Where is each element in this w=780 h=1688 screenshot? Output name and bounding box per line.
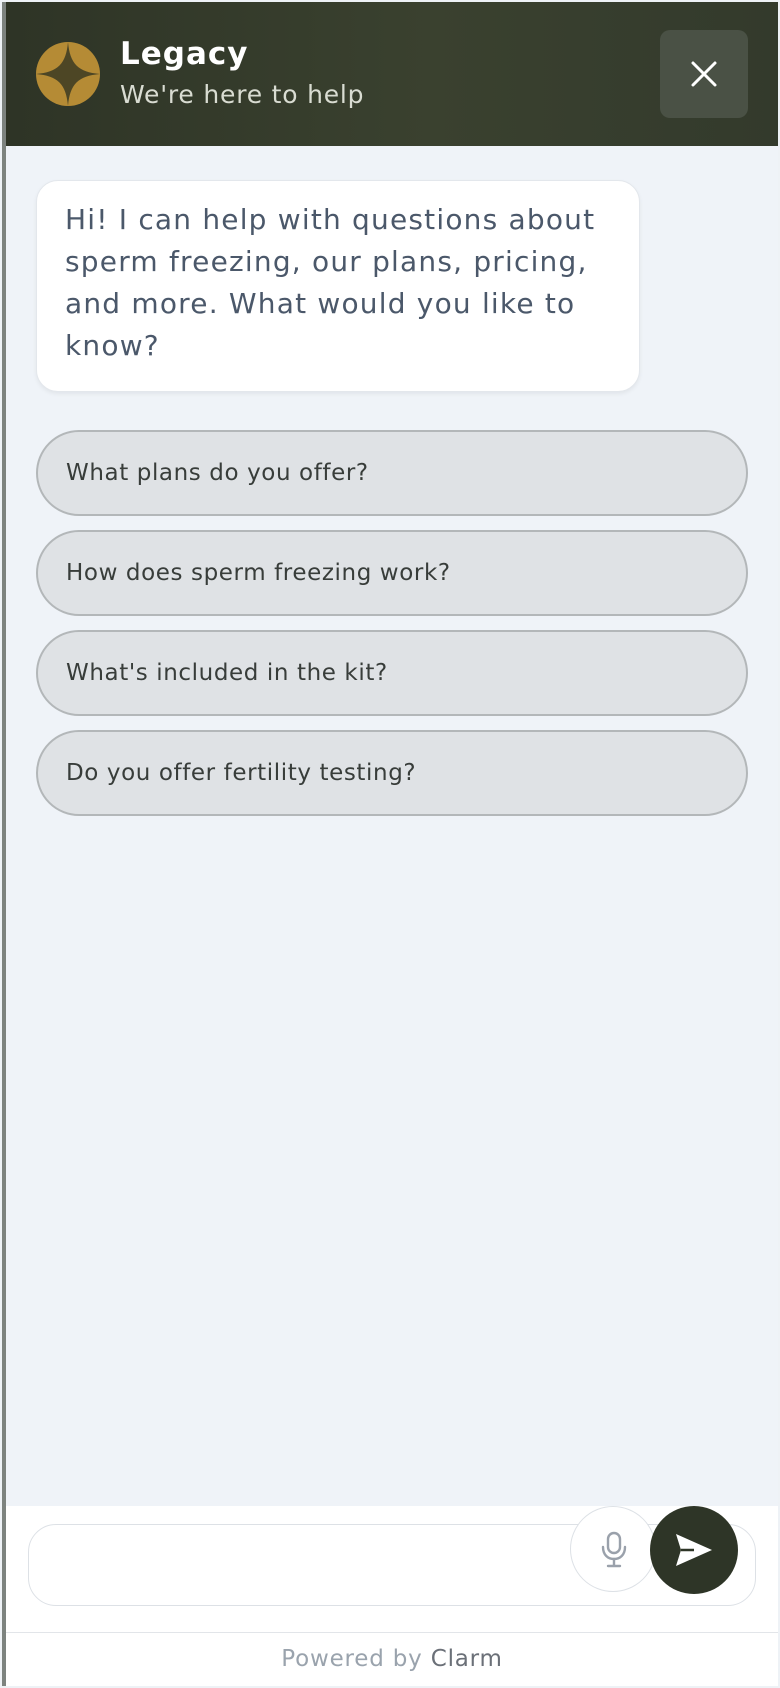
suggestion-chip[interactable]: How does sperm freezing work?	[36, 530, 748, 616]
powered-by: Powered by Clarm	[6, 1646, 778, 1672]
powered-by-brand[interactable]: Clarm	[431, 1646, 503, 1672]
suggestion-chip[interactable]: What's included in the kit?	[36, 630, 748, 716]
powered-by-prefix: Powered by	[281, 1646, 423, 1672]
suggestion-chip[interactable]: What plans do you offer?	[36, 430, 748, 516]
microphone-button[interactable]	[570, 1506, 656, 1592]
close-icon	[691, 61, 717, 87]
chat-header: Legacy We're here to help	[6, 2, 778, 146]
chat-title: Legacy	[120, 36, 249, 72]
suggestion-chip[interactable]: Do you offer fertility testing?	[36, 730, 748, 816]
brand-logo-icon	[36, 42, 100, 106]
chat-subtitle: We're here to help	[120, 80, 365, 109]
assistant-message: Hi! I can help with questions about sper…	[36, 180, 640, 392]
send-icon	[676, 1534, 712, 1566]
composer-area: Powered by Clarm	[6, 1506, 778, 1686]
footer-divider	[6, 1632, 778, 1633]
chat-widget: Legacy We're here to help Hi! I can help…	[2, 2, 778, 1686]
close-button[interactable]	[660, 30, 748, 118]
message-input[interactable]	[53, 1543, 577, 1589]
microphone-icon	[601, 1531, 627, 1568]
send-button[interactable]	[650, 1506, 738, 1594]
